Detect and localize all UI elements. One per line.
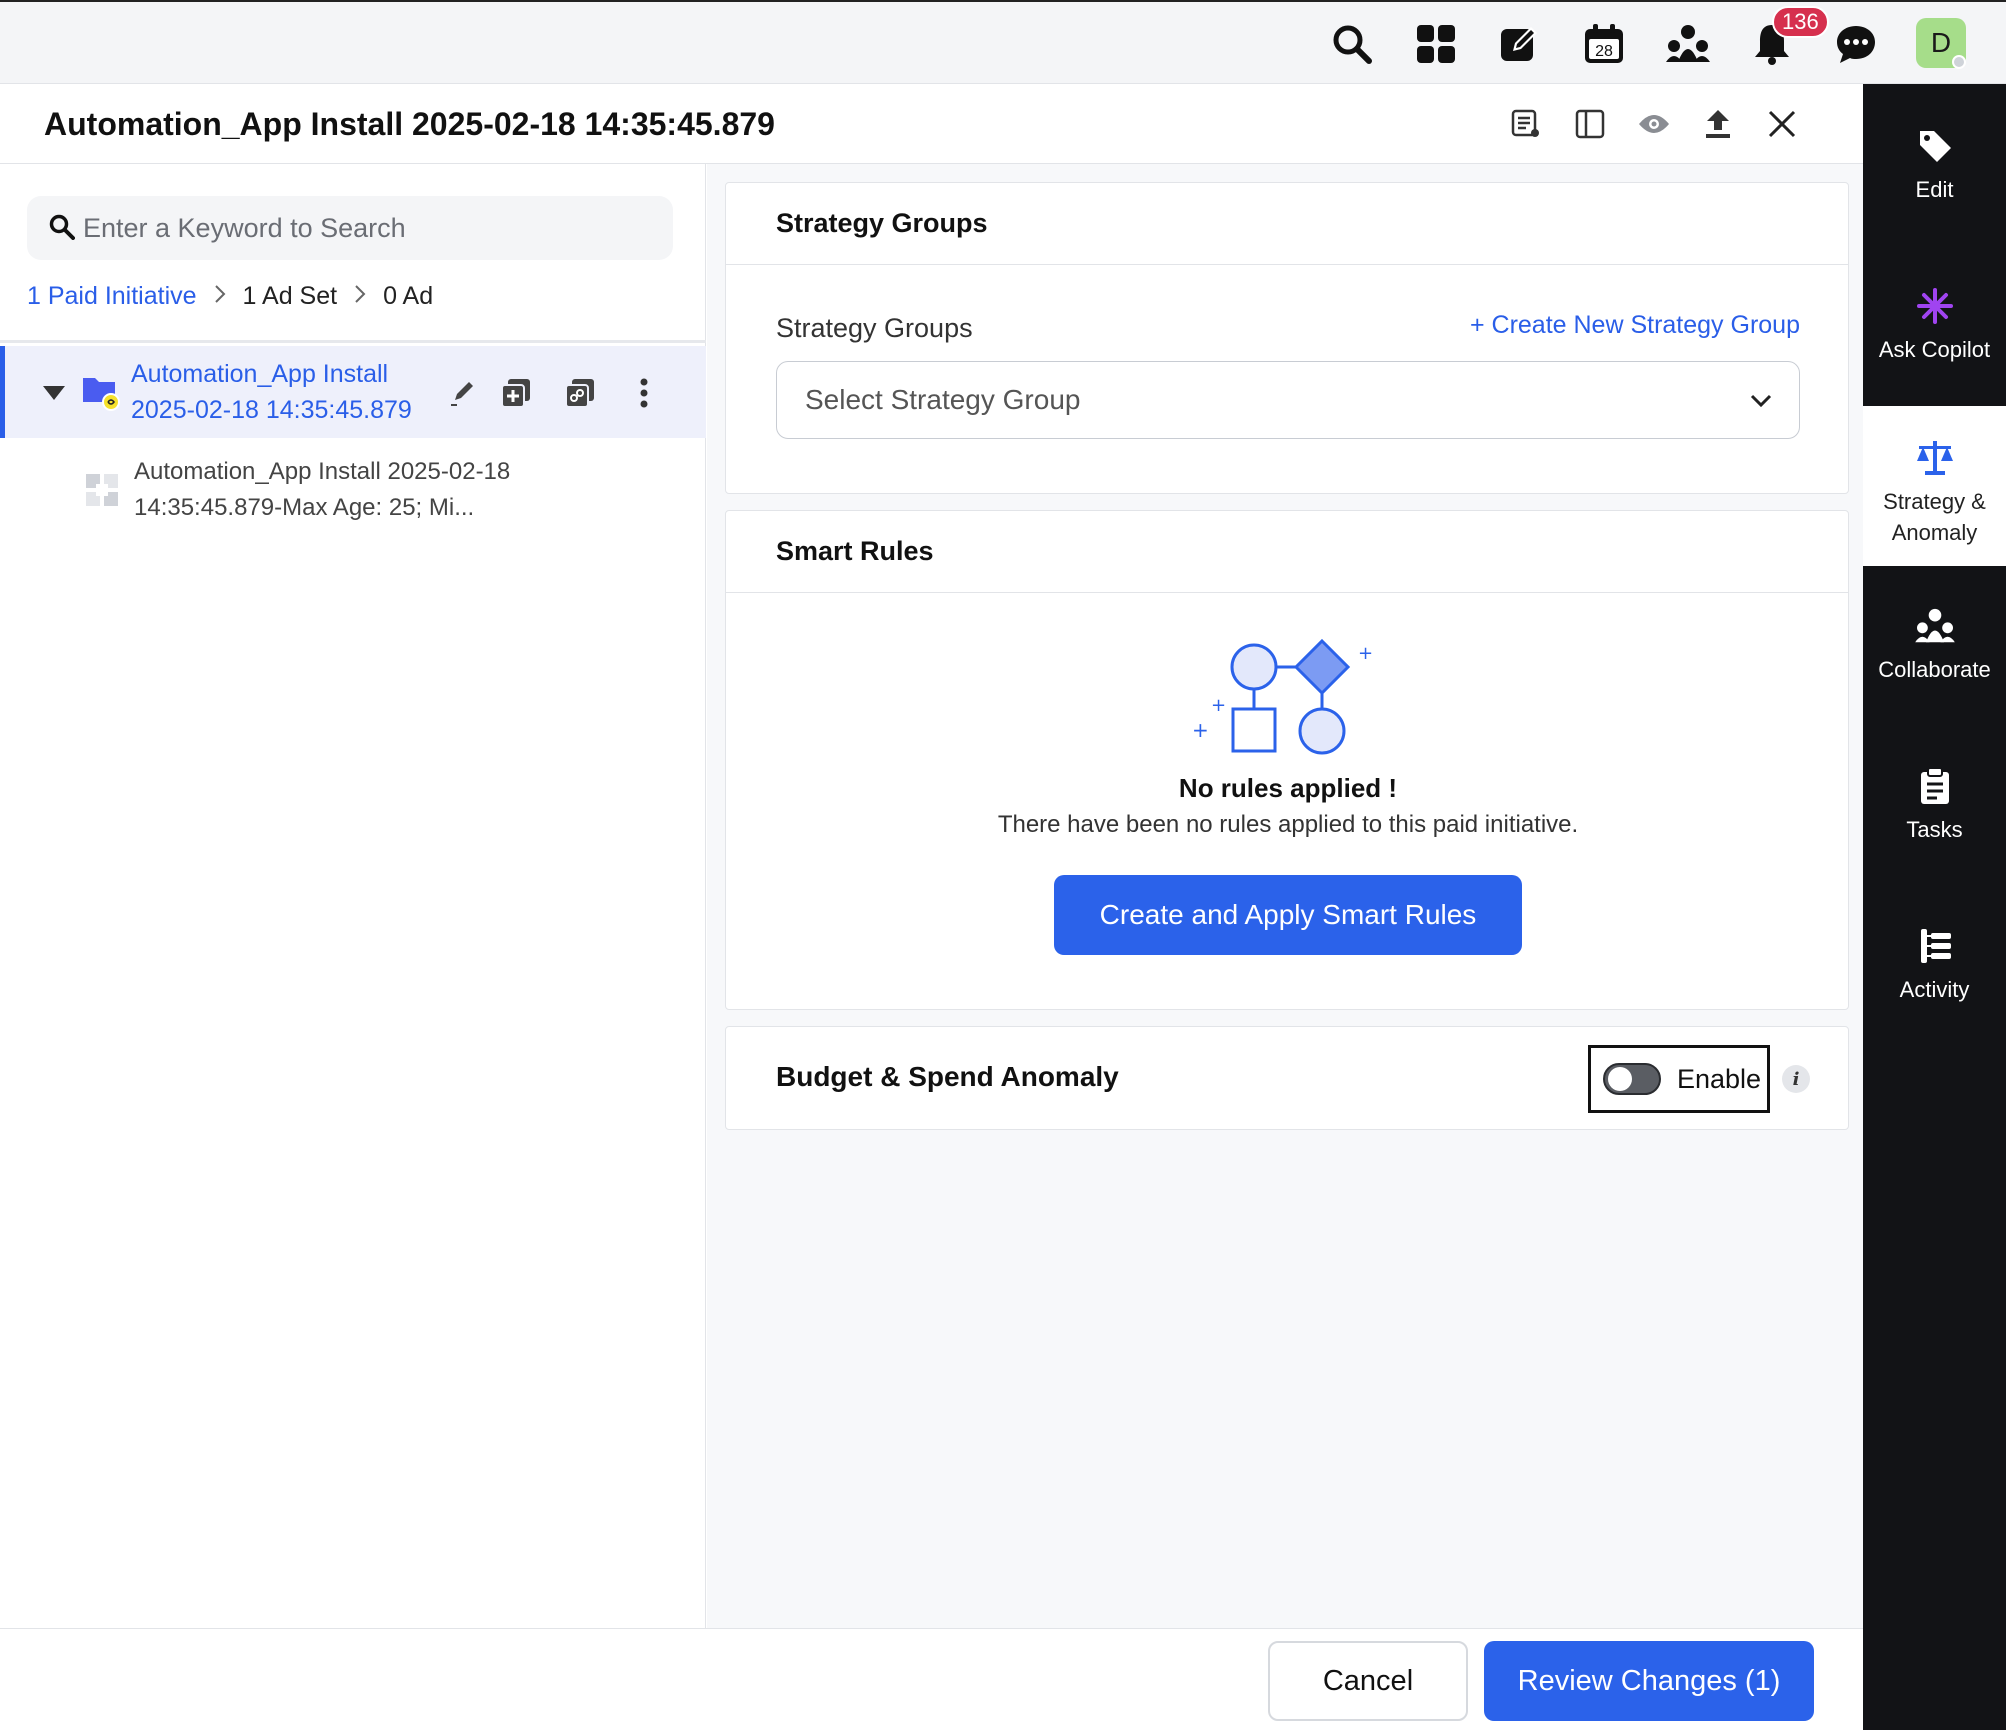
presence-status-dot: [1952, 55, 1966, 69]
campaign-folder-icon: [81, 372, 121, 417]
main-content: Strategy Groups Strategy Groups + Create…: [707, 164, 1863, 1628]
page-header: Automation_App Install 2025-02-18 14:35:…: [0, 84, 1863, 164]
breadcrumb-ad[interactable]: 0 Ad: [383, 282, 433, 311]
rail-label: Edit: [1915, 177, 1954, 202]
chevron-right-icon: [353, 284, 367, 310]
panel-layout-icon[interactable]: [1570, 104, 1610, 144]
field-label: Strategy Groups: [776, 313, 973, 343]
search-icon: [49, 214, 75, 245]
toggle-knob: [1608, 1067, 1632, 1091]
rail-label: Collaborate: [1878, 657, 1991, 682]
empty-state-title: No rules applied !: [1178, 773, 1398, 803]
caret-down-icon[interactable]: [43, 386, 65, 400]
search-icon[interactable]: [1330, 22, 1374, 66]
svg-text:+: +: [1358, 643, 1373, 664]
rename-pencil-icon[interactable]: [445, 374, 483, 412]
strategy-group-select[interactable]: Select Strategy Group: [776, 361, 1800, 439]
clipboard-icon: [1913, 764, 1957, 808]
preview-eye-icon[interactable]: [1634, 104, 1674, 144]
create-strategy-group-link[interactable]: + Create New Strategy Group: [1470, 311, 1800, 340]
right-side-rail: Edit Ask Copilot Strategy & Anomaly Coll…: [1863, 84, 2006, 1730]
hierarchy-panel: 1 Paid Initiative 1 Ad Set 0 Ad Automati…: [0, 164, 706, 1628]
create-smart-rules-button[interactable]: Create and Apply Smart Rules: [1054, 875, 1522, 955]
toggle-label: Enable: [1677, 1063, 1762, 1094]
close-icon[interactable]: [1762, 104, 1802, 144]
enable-toggle[interactable]: Enable: [1588, 1045, 1770, 1113]
rail-item-edit[interactable]: Edit: [1863, 124, 2006, 254]
search-box: [27, 196, 673, 260]
list-settings-icon[interactable]: [1506, 104, 1546, 144]
top-navigation-bar: 28 136 D: [0, 0, 2006, 84]
copilot-sparkle-icon: [1913, 284, 1957, 328]
breadcrumb-ad-set[interactable]: 1 Ad Set: [243, 282, 338, 311]
budget-anomaly-card: Budget & Spend Anomaly Enable i: [725, 1026, 1849, 1130]
chevron-right-icon: [213, 284, 227, 310]
compose-icon[interactable]: [1498, 22, 1542, 66]
rail-item-activity[interactable]: Activity: [1863, 924, 2006, 1054]
toggle-switch[interactable]: [1603, 1063, 1661, 1095]
review-changes-button[interactable]: Review Changes (1): [1484, 1641, 1814, 1721]
page-title: Automation_App Install 2025-02-18 14:35:…: [44, 106, 775, 142]
ad-set-grid-icon: [84, 472, 120, 513]
rail-item-collaborate[interactable]: Collaborate: [1863, 604, 2006, 734]
rail-label: Tasks: [1906, 817, 1963, 842]
rail-label: Strategy & Anomaly: [1883, 489, 1986, 545]
card-heading: Smart Rules: [726, 511, 1848, 593]
add-child-icon[interactable]: [497, 374, 535, 412]
info-icon[interactable]: i: [1782, 1065, 1810, 1093]
breadcrumb: 1 Paid Initiative 1 Ad Set 0 Ad: [27, 282, 433, 311]
tag-icon: [1913, 124, 1957, 168]
tree-item-ad-set[interactable]: Automation_App Install 2025-02-18 14:35:…: [0, 446, 706, 536]
activity-tree-icon: [1913, 924, 1957, 968]
notification-count-badge: 136: [1772, 6, 1829, 38]
svg-text:+: +: [1192, 718, 1209, 742]
rail-item-strategy-anomaly[interactable]: Strategy & Anomaly: [1863, 406, 2006, 566]
rail-item-ask-copilot[interactable]: Ask Copilot: [1863, 284, 2006, 414]
chat-icon[interactable]: [1834, 22, 1878, 66]
rules-flow-illustration-icon: + + +: [1190, 637, 1390, 772]
strategy-groups-card: Strategy Groups Strategy Groups + Create…: [725, 182, 1849, 494]
divider: [0, 340, 706, 343]
collaborate-icon: [1913, 604, 1957, 648]
rail-label: Activity: [1899, 977, 1970, 1002]
duplicate-link-icon[interactable]: [561, 374, 599, 412]
svg-text:+: +: [1211, 695, 1226, 716]
search-input[interactable]: [83, 196, 663, 260]
empty-state-text: There have been no rules applied to this…: [997, 811, 1579, 838]
tree-item-paid-initiative[interactable]: Automation_App Install 2025-02-18 14:35:…: [0, 346, 706, 438]
balance-scale-icon: [1913, 436, 1957, 480]
rail-item-tasks[interactable]: Tasks: [1863, 764, 2006, 894]
calendar-icon[interactable]: 28: [1582, 22, 1626, 66]
calendar-day: 28: [1595, 43, 1613, 60]
apps-grid-icon[interactable]: [1414, 22, 1458, 66]
cancel-button[interactable]: Cancel: [1268, 1641, 1468, 1721]
chevron-down-icon: [1749, 388, 1773, 420]
tree-item-title[interactable]: Automation_App Install 2025-02-18 14:35:…: [134, 454, 554, 526]
footer-bar: Cancel Review Changes (1): [0, 1628, 1863, 1730]
more-vertical-icon[interactable]: [625, 374, 663, 412]
upload-icon[interactable]: [1698, 104, 1738, 144]
collaborate-icon[interactable]: [1666, 22, 1710, 66]
card-heading: Budget & Spend Anomaly: [776, 1061, 1119, 1092]
select-placeholder: Select Strategy Group: [805, 384, 1081, 415]
smart-rules-card: Smart Rules + + + No rules applied ! The…: [725, 510, 1849, 1010]
rail-label: Ask Copilot: [1878, 337, 1991, 362]
tree-item-title[interactable]: Automation_App Install 2025-02-18 14:35:…: [131, 356, 451, 428]
card-heading: Strategy Groups: [726, 183, 1848, 265]
breadcrumb-paid-initiative[interactable]: 1 Paid Initiative: [27, 282, 197, 311]
